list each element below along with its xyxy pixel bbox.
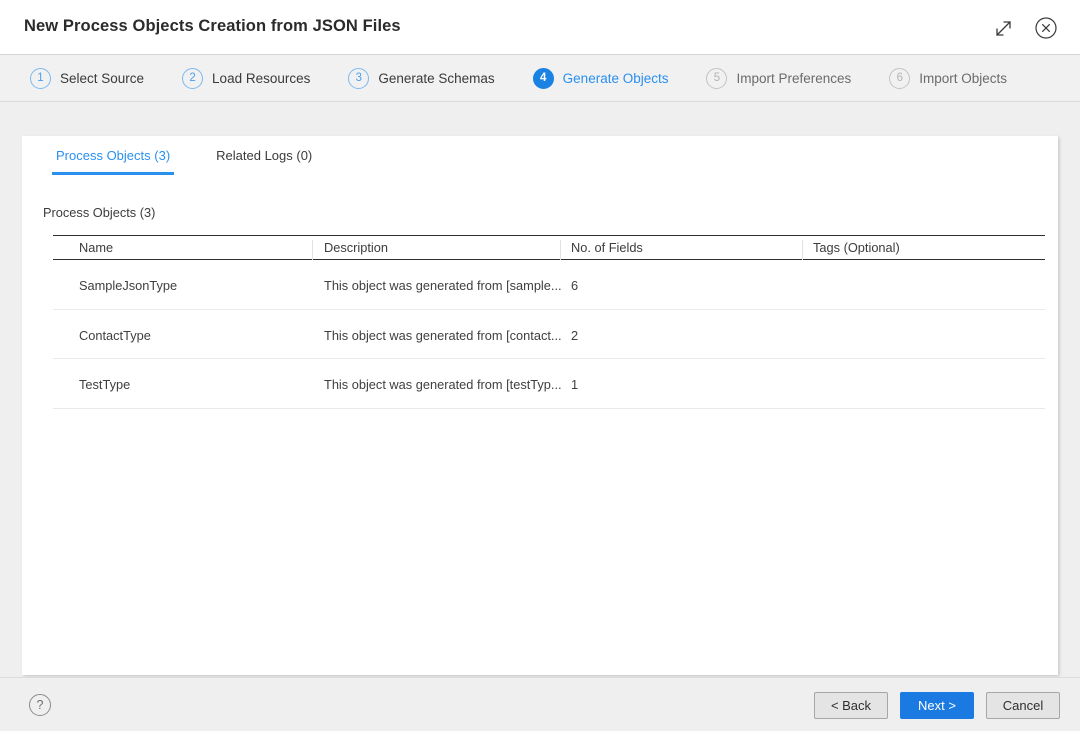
footer-button-group: < Back Next > Cancel	[814, 692, 1060, 719]
page-title: New Process Objects Creation from JSON F…	[24, 17, 401, 35]
cell-description: This object was generated from [testTyp.…	[324, 377, 562, 392]
column-divider-1	[312, 240, 313, 260]
step-label-5: Import Preferences	[736, 70, 852, 86]
back-button[interactable]: < Back	[814, 692, 888, 719]
cell-name: TestType	[79, 377, 131, 392]
tab-process-objects[interactable]: Process Objects (3)	[52, 148, 175, 175]
step-number-1: 1	[30, 67, 51, 89]
step-label-4: Generate Objects	[562, 70, 669, 86]
cell-name: SampleJsonType	[79, 278, 178, 293]
table-row[interactable]: TestType This object was generated from …	[53, 359, 1045, 409]
expand-diagonal-icon[interactable]	[990, 14, 1018, 42]
column-header-name[interactable]: Name	[79, 240, 113, 255]
step-number-2: 2	[182, 67, 204, 89]
column-header-tags[interactable]: Tags (Optional)	[813, 240, 900, 255]
wizard-stepper: 1 Select Source 2 Load Resources 3 Gener…	[0, 55, 1080, 102]
window-title-bar: New Process Objects Creation from JSON F…	[0, 0, 1080, 55]
column-divider-3	[802, 240, 803, 260]
table-row[interactable]: ContactType This object was generated fr…	[53, 310, 1045, 359]
process-objects-table: Name Description No. of Fields Tags (Opt…	[53, 235, 1045, 409]
content-area: Process Objects (3) Related Logs (0) Pro…	[0, 102, 1080, 677]
step-number-3: 3	[348, 67, 370, 89]
step-label-2: Load Resources	[212, 70, 311, 86]
cell-description: This object was generated from [contact.…	[324, 327, 562, 343]
close-circle-icon[interactable]	[1032, 14, 1060, 42]
section-caption: Process Objects (3)	[43, 205, 156, 220]
step-load-resources[interactable]: 2 Load Resources	[182, 67, 311, 89]
step-number-5: 5	[706, 67, 728, 89]
step-generate-schemas[interactable]: 3 Generate Schemas	[348, 67, 495, 89]
step-label-3: Generate Schemas	[378, 70, 495, 86]
cell-no-of-fields: 6	[571, 278, 579, 293]
cell-no-of-fields: 2	[571, 327, 579, 343]
step-import-objects[interactable]: 6 Import Objects	[889, 67, 1008, 89]
step-number-4: 4	[532, 67, 554, 89]
cell-description: This object was generated from [sample..…	[324, 278, 562, 293]
column-header-no-of-fields[interactable]: No. of Fields	[571, 240, 643, 255]
title-bar-actions	[990, 14, 1060, 42]
column-header-description[interactable]: Description	[324, 240, 388, 255]
tab-related-logs[interactable]: Related Logs (0)	[212, 148, 316, 175]
cell-name: ContactType	[79, 327, 151, 343]
cell-no-of-fields: 1	[571, 377, 579, 392]
dialog-footer: ? < Back Next > Cancel	[0, 677, 1080, 731]
panel-tabs: Process Objects (3) Related Logs (0)	[52, 148, 316, 175]
process-objects-panel: Process Objects (3) Related Logs (0) Pro…	[22, 136, 1058, 675]
question-mark-icon[interactable]: ?	[29, 694, 51, 716]
column-divider-2	[560, 240, 561, 260]
step-label-6: Import Objects	[919, 70, 1008, 86]
next-button[interactable]: Next >	[900, 692, 974, 719]
step-import-preferences[interactable]: 5 Import Preferences	[706, 67, 852, 89]
step-generate-objects[interactable]: 4 Generate Objects	[532, 67, 669, 89]
cancel-button[interactable]: Cancel	[986, 692, 1060, 719]
table-header-row: Name Description No. of Fields Tags (Opt…	[53, 235, 1045, 260]
table-row[interactable]: SampleJsonType This object was generated…	[53, 260, 1045, 310]
step-number-6: 6	[889, 67, 911, 89]
step-select-source[interactable]: 1 Select Source	[30, 67, 145, 89]
step-label-1: Select Source	[60, 70, 145, 86]
